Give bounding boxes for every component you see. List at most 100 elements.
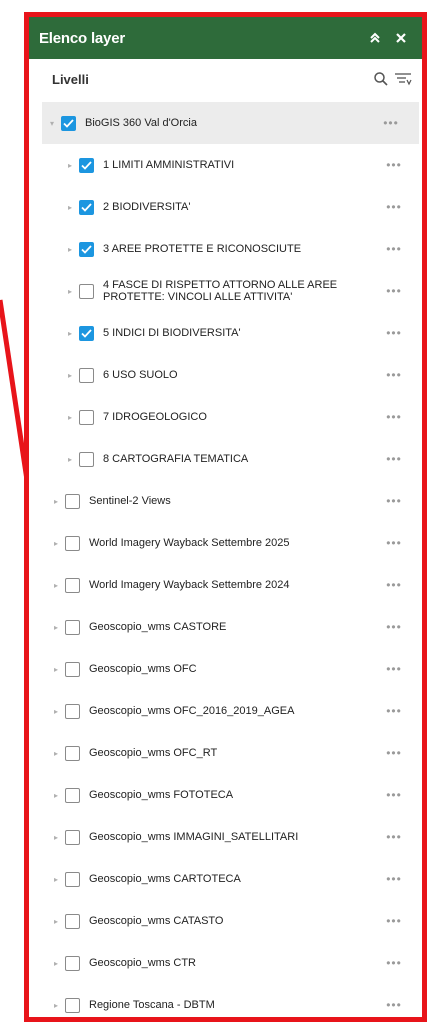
- filter-list-icon: [395, 73, 412, 86]
- layer-row[interactable]: ▸ Geoscopio_wms CARTOTECA •••: [29, 858, 422, 900]
- caret-right-icon[interactable]: ▸: [50, 787, 62, 803]
- more-options-icon[interactable]: •••: [382, 872, 406, 886]
- caret-right-icon[interactable]: ▸: [50, 745, 62, 761]
- visibility-checkbox[interactable]: [65, 577, 80, 593]
- visibility-checkbox[interactable]: [79, 325, 94, 341]
- visibility-checkbox[interactable]: [65, 493, 80, 509]
- caret-right-icon[interactable]: ▸: [50, 577, 62, 593]
- caret-right-icon[interactable]: ▸: [50, 829, 62, 845]
- search-button[interactable]: [370, 68, 392, 90]
- layer-row[interactable]: ▸ Geoscopio_wms CATASTO •••: [29, 900, 422, 942]
- more-options-icon[interactable]: •••: [382, 200, 406, 214]
- visibility-checkbox[interactable]: [65, 997, 80, 1013]
- caret-right-icon[interactable]: ▸: [50, 493, 62, 509]
- more-options-icon[interactable]: •••: [382, 284, 406, 298]
- layers-title: Livelli: [52, 71, 89, 87]
- visibility-checkbox[interactable]: [65, 871, 80, 887]
- layer-group-row[interactable]: ▾ BioGIS 360 Val d'Orcia •••: [42, 102, 419, 144]
- layer-row[interactable]: ▸ Geoscopio_wms CTR •••: [29, 942, 422, 984]
- sublayer-row[interactable]: ▸ 3 AREE PROTETTE E RICONOSCIUTE •••: [29, 228, 422, 270]
- collapse-button[interactable]: [362, 25, 388, 51]
- check-icon: [81, 244, 92, 254]
- more-options-icon[interactable]: •••: [382, 494, 406, 508]
- more-options-icon[interactable]: •••: [382, 746, 406, 760]
- caret-right-icon[interactable]: ▸: [64, 325, 76, 341]
- caret-right-icon[interactable]: ▸: [50, 661, 62, 677]
- layer-row[interactable]: ▸ Geoscopio_wms IMMAGINI_SATELLITARI •••: [29, 816, 422, 858]
- layer-label: Geoscopio_wms OFC_RT: [89, 747, 218, 759]
- visibility-checkbox[interactable]: [65, 745, 80, 761]
- more-options-icon[interactable]: •••: [382, 578, 406, 592]
- layer-label: 6 USO SUOLO: [103, 369, 178, 381]
- more-options-icon[interactable]: •••: [382, 998, 406, 1012]
- more-options-icon[interactable]: •••: [382, 620, 406, 634]
- caret-right-icon[interactable]: ▸: [50, 955, 62, 971]
- more-options-icon[interactable]: •••: [382, 410, 406, 424]
- sublayer-row[interactable]: ▸ 8 CARTOGRAFIA TEMATICA •••: [29, 438, 422, 480]
- more-options-icon[interactable]: •••: [382, 536, 406, 550]
- visibility-checkbox[interactable]: [79, 283, 94, 299]
- layer-row[interactable]: ▸ World Imagery Wayback Settembre 2024 •••: [29, 564, 422, 606]
- close-button[interactable]: [388, 25, 414, 51]
- sublayer-row[interactable]: ▸ 7 IDROGEOLOGICO •••: [29, 396, 422, 438]
- filter-button[interactable]: [392, 68, 414, 90]
- layer-row[interactable]: ▸ Geoscopio_wms OFC_2016_2019_AGEA •••: [29, 690, 422, 732]
- more-options-icon[interactable]: •••: [382, 914, 406, 928]
- visibility-checkbox[interactable]: [79, 409, 94, 425]
- visibility-checkbox[interactable]: [65, 619, 80, 635]
- more-options-icon[interactable]: •••: [382, 788, 406, 802]
- sublayer-row[interactable]: ▸ 1 LIMITI AMMINISTRATIVI •••: [29, 144, 422, 186]
- visibility-checkbox[interactable]: [79, 367, 94, 383]
- caret-right-icon[interactable]: ▸: [64, 451, 76, 467]
- layer-row[interactable]: ▸ Geoscopio_wms OFC •••: [29, 648, 422, 690]
- caret-right-icon[interactable]: ▸: [50, 997, 62, 1013]
- caret-right-icon[interactable]: ▸: [64, 157, 76, 173]
- caret-right-icon[interactable]: ▸: [64, 199, 76, 215]
- visibility-checkbox[interactable]: [65, 955, 80, 971]
- sublayer-row[interactable]: ▸ 4 FASCE DI RISPETTO ATTORNO ALLE AREE P…: [29, 270, 422, 312]
- layer-row[interactable]: ▸ Regione Toscana - DBTM •••: [29, 984, 422, 1017]
- more-options-icon[interactable]: •••: [382, 662, 406, 676]
- sublayer-row[interactable]: ▸ 5 INDICI DI BIODIVERSITA' •••: [29, 312, 422, 354]
- check-icon: [81, 202, 92, 212]
- visibility-checkbox[interactable]: [65, 661, 80, 677]
- caret-right-icon[interactable]: ▸: [50, 619, 62, 635]
- more-options-icon[interactable]: •••: [382, 242, 406, 256]
- more-options-icon[interactable]: •••: [382, 830, 406, 844]
- visibility-checkbox[interactable]: [79, 451, 94, 467]
- more-options-icon[interactable]: •••: [382, 704, 406, 718]
- caret-right-icon[interactable]: ▸: [50, 535, 62, 551]
- layer-label: Geoscopio_wms FOTOTECA: [89, 789, 234, 801]
- more-options-icon[interactable]: •••: [382, 368, 406, 382]
- visibility-checkbox[interactable]: [65, 829, 80, 845]
- layer-row[interactable]: ▸ World Imagery Wayback Settembre 2025 •••: [29, 522, 422, 564]
- visibility-checkbox[interactable]: [79, 199, 94, 215]
- more-options-icon[interactable]: •••: [382, 956, 406, 970]
- caret-down-icon[interactable]: ▾: [46, 115, 58, 131]
- visibility-checkbox[interactable]: [65, 703, 80, 719]
- visibility-checkbox[interactable]: [65, 787, 80, 803]
- caret-right-icon[interactable]: ▸: [50, 703, 62, 719]
- visibility-checkbox[interactable]: [79, 157, 94, 173]
- visibility-checkbox[interactable]: [65, 535, 80, 551]
- layer-row[interactable]: ▸ Sentinel-2 Views •••: [29, 480, 422, 522]
- more-options-icon[interactable]: •••: [379, 116, 403, 130]
- visibility-checkbox[interactable]: [65, 913, 80, 929]
- layer-row[interactable]: ▸ Geoscopio_wms CASTORE •••: [29, 606, 422, 648]
- layer-label: Geoscopio_wms CATASTO: [89, 915, 224, 927]
- visibility-checkbox[interactable]: [61, 115, 76, 131]
- caret-right-icon[interactable]: ▸: [50, 913, 62, 929]
- caret-right-icon[interactable]: ▸: [64, 409, 76, 425]
- more-options-icon[interactable]: •••: [382, 326, 406, 340]
- caret-right-icon[interactable]: ▸: [64, 283, 76, 299]
- sublayer-row[interactable]: ▸ 6 USO SUOLO •••: [29, 354, 422, 396]
- visibility-checkbox[interactable]: [79, 241, 94, 257]
- caret-right-icon[interactable]: ▸: [50, 871, 62, 887]
- layer-row[interactable]: ▸ Geoscopio_wms FOTOTECA •••: [29, 774, 422, 816]
- more-options-icon[interactable]: •••: [382, 158, 406, 172]
- sublayer-row[interactable]: ▸ 2 BIODIVERSITA' •••: [29, 186, 422, 228]
- caret-right-icon[interactable]: ▸: [64, 367, 76, 383]
- caret-right-icon[interactable]: ▸: [64, 241, 76, 257]
- layer-row[interactable]: ▸ Geoscopio_wms OFC_RT •••: [29, 732, 422, 774]
- more-options-icon[interactable]: •••: [382, 452, 406, 466]
